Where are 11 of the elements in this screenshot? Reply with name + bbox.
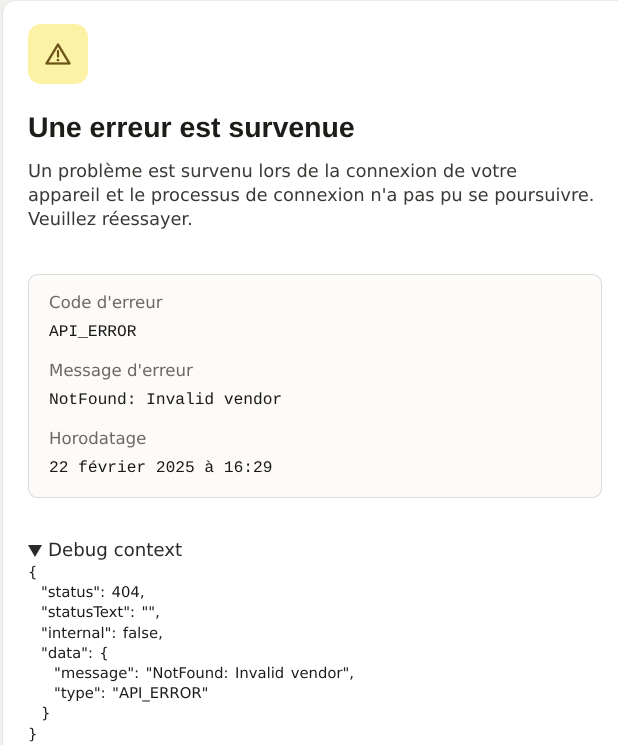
detail-label: Horodatage bbox=[49, 428, 148, 450]
debug-json-text: { "status": 404, "statusText": "", "internal": false, "data": { "message": "NotFound: Invalid vendor", "type": "API_ERROR" } } bbox=[28, 563, 354, 745]
detail-label: Code d'erreur bbox=[49, 292, 164, 314]
detail-value: API_ERROR bbox=[49, 322, 138, 343]
warning-icon bbox=[28, 24, 88, 84]
error-description: Un problème est survenu lors de la connexion de votre appareil et le processus de connexion n'a pas pu se poursuivre. Veuillez réessayer. bbox=[28, 160, 594, 232]
detail-label: Message d'erreur bbox=[49, 360, 194, 382]
detail-value: 22 février 2025 à 16:29 bbox=[49, 458, 274, 479]
error-title: Une erreur est survenue bbox=[28, 111, 356, 145]
detail-value: NotFound: Invalid vendor bbox=[49, 390, 284, 411]
debug-context-toggle[interactable]: Debug context bbox=[28, 540, 182, 562]
